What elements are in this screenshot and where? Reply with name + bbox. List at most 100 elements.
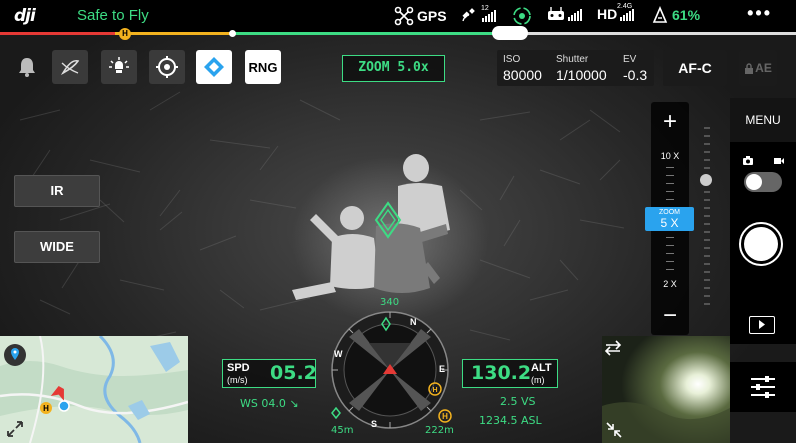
flight-mode-button[interactable] <box>52 50 88 84</box>
zoom-tick <box>666 269 674 270</box>
zoom-tick <box>666 237 674 238</box>
svg-text:H: H <box>432 387 437 394</box>
zoom-tick <box>666 253 674 254</box>
zoom-out-button[interactable]: − <box>651 304 689 328</box>
spotlight-button[interactable] <box>101 50 137 84</box>
heading-value: 340 <box>380 297 400 308</box>
photo-mode-icon <box>743 156 753 165</box>
zoom-tick <box>666 191 674 192</box>
ev-value: -0.3 <box>623 67 648 83</box>
svg-text:H: H <box>43 404 49 413</box>
fine-zoom-scale[interactable] <box>704 126 710 310</box>
gps-status[interactable]: GPS <box>394 6 447 26</box>
signal-icon <box>568 9 582 21</box>
target-button[interactable] <box>149 50 185 84</box>
spotlight-icon <box>109 57 129 73</box>
battery-icon <box>652 6 668 23</box>
compass-east: E <box>439 364 445 374</box>
home-distance-icon: H <box>438 409 452 423</box>
altitude-asl: 1234.5 ASL <box>479 414 542 427</box>
zoom-max-label: 10 X <box>660 151 680 161</box>
mini-map[interactable]: H <box>0 336 188 443</box>
zoom-min-label: 2 X <box>663 279 677 289</box>
map-recenter-button[interactable] <box>4 344 26 366</box>
menu-button[interactable]: MENU <box>730 98 796 142</box>
zoom-tick <box>666 167 674 168</box>
playback-button[interactable] <box>749 316 775 334</box>
camera-control-panel: MENU <box>730 98 796 344</box>
battery-status[interactable]: 61% <box>651 6 700 24</box>
compass-north: N <box>410 317 417 327</box>
rc-signal-status[interactable] <box>547 6 582 22</box>
shutter-value: 1/10000 <box>556 67 607 83</box>
altitude-indicator: 130.2 ALT (m) <box>462 359 558 388</box>
fine-zoom-knob[interactable] <box>700 174 712 186</box>
map-expand-button[interactable] <box>4 418 26 440</box>
zoom-current-handle[interactable]: ZOOM 5 X <box>645 207 694 231</box>
gps-label: GPS <box>417 8 447 24</box>
photo-video-toggle[interactable] <box>744 172 782 192</box>
ev-label: EV <box>623 54 637 65</box>
wind-speed: WS 04.0 ↘ <box>240 397 299 410</box>
pip-swap-button[interactable] <box>604 340 622 361</box>
video-mode-icon <box>774 158 784 164</box>
beacon-button[interactable] <box>196 50 232 84</box>
pip-collapse-button[interactable] <box>606 422 622 443</box>
zoom-in-button[interactable]: + <box>651 110 689 134</box>
zoom-tick <box>666 175 674 176</box>
drone-icon <box>394 6 414 26</box>
progress-segment-red <box>0 32 115 35</box>
zoom-current-value: 5 X <box>660 216 679 230</box>
hd-band: 2.4G <box>617 3 633 10</box>
focus-mode-button[interactable]: AF-C <box>663 50 727 86</box>
home-distance: 222m <box>425 425 454 436</box>
progress-segment-green <box>233 32 508 35</box>
zoom-tick <box>666 183 674 184</box>
target-icon <box>156 56 178 78</box>
flight-status[interactable]: Safe to Fly <box>77 7 149 24</box>
target-distance-icon <box>331 407 341 419</box>
iso-value: 80000 <box>503 67 542 83</box>
shutter-button[interactable] <box>739 222 783 266</box>
satellite-icon <box>462 8 475 22</box>
zoom-tick <box>666 261 674 262</box>
svg-text:H: H <box>442 412 448 421</box>
zoom-indicator: ZOOM 5.0x <box>342 55 445 82</box>
target-distance: 45m <box>331 425 354 436</box>
altitude-value: 130.2 <box>471 362 532 384</box>
sliders-icon <box>751 376 775 398</box>
home-marker-icon: H <box>119 28 131 40</box>
wide-button[interactable]: WIDE <box>14 231 100 263</box>
notification-bell-icon[interactable] <box>17 56 37 78</box>
ae-lock-button[interactable]: AE <box>739 50 777 86</box>
remote-controller-icon <box>548 7 564 20</box>
map-canvas: H <box>0 336 188 443</box>
pip-wide-view[interactable] <box>602 336 730 443</box>
more-button[interactable]: ••• <box>747 3 772 24</box>
lock-icon <box>745 62 754 74</box>
swap-icon <box>604 340 622 356</box>
location-pin-icon <box>11 348 19 360</box>
settings-button[interactable] <box>730 362 796 412</box>
hd-signal-status[interactable]: HD 2.4G <box>597 3 635 22</box>
dji-logo: dji <box>14 6 36 26</box>
expand-icon <box>7 421 23 437</box>
progress-dot <box>229 30 236 37</box>
progress-segment-yellow <box>115 32 233 35</box>
obstacle-sensing-icon[interactable] <box>512 6 532 26</box>
speed-value: 05.2 <box>270 362 317 384</box>
exposure-settings[interactable]: ISO 80000 Shutter 1/10000 EV -0.3 <box>497 50 654 86</box>
altitude-unit: (m) <box>531 375 545 385</box>
iso-label: ISO <box>503 54 521 65</box>
speed-unit: (m/s) <box>227 375 248 385</box>
hd-label: HD <box>597 6 618 22</box>
satellite-status[interactable]: 12 <box>461 5 496 24</box>
compass-south: S <box>371 419 377 429</box>
zoom-tick <box>666 245 674 246</box>
rng-button[interactable]: RNG <box>245 50 281 84</box>
altitude-label: ALT <box>531 362 552 374</box>
ir-button[interactable]: IR <box>14 175 100 207</box>
vertical-speed: 2.5 VS <box>500 395 536 408</box>
speed-label: SPD <box>227 362 250 374</box>
progress-handle[interactable] <box>492 26 528 40</box>
